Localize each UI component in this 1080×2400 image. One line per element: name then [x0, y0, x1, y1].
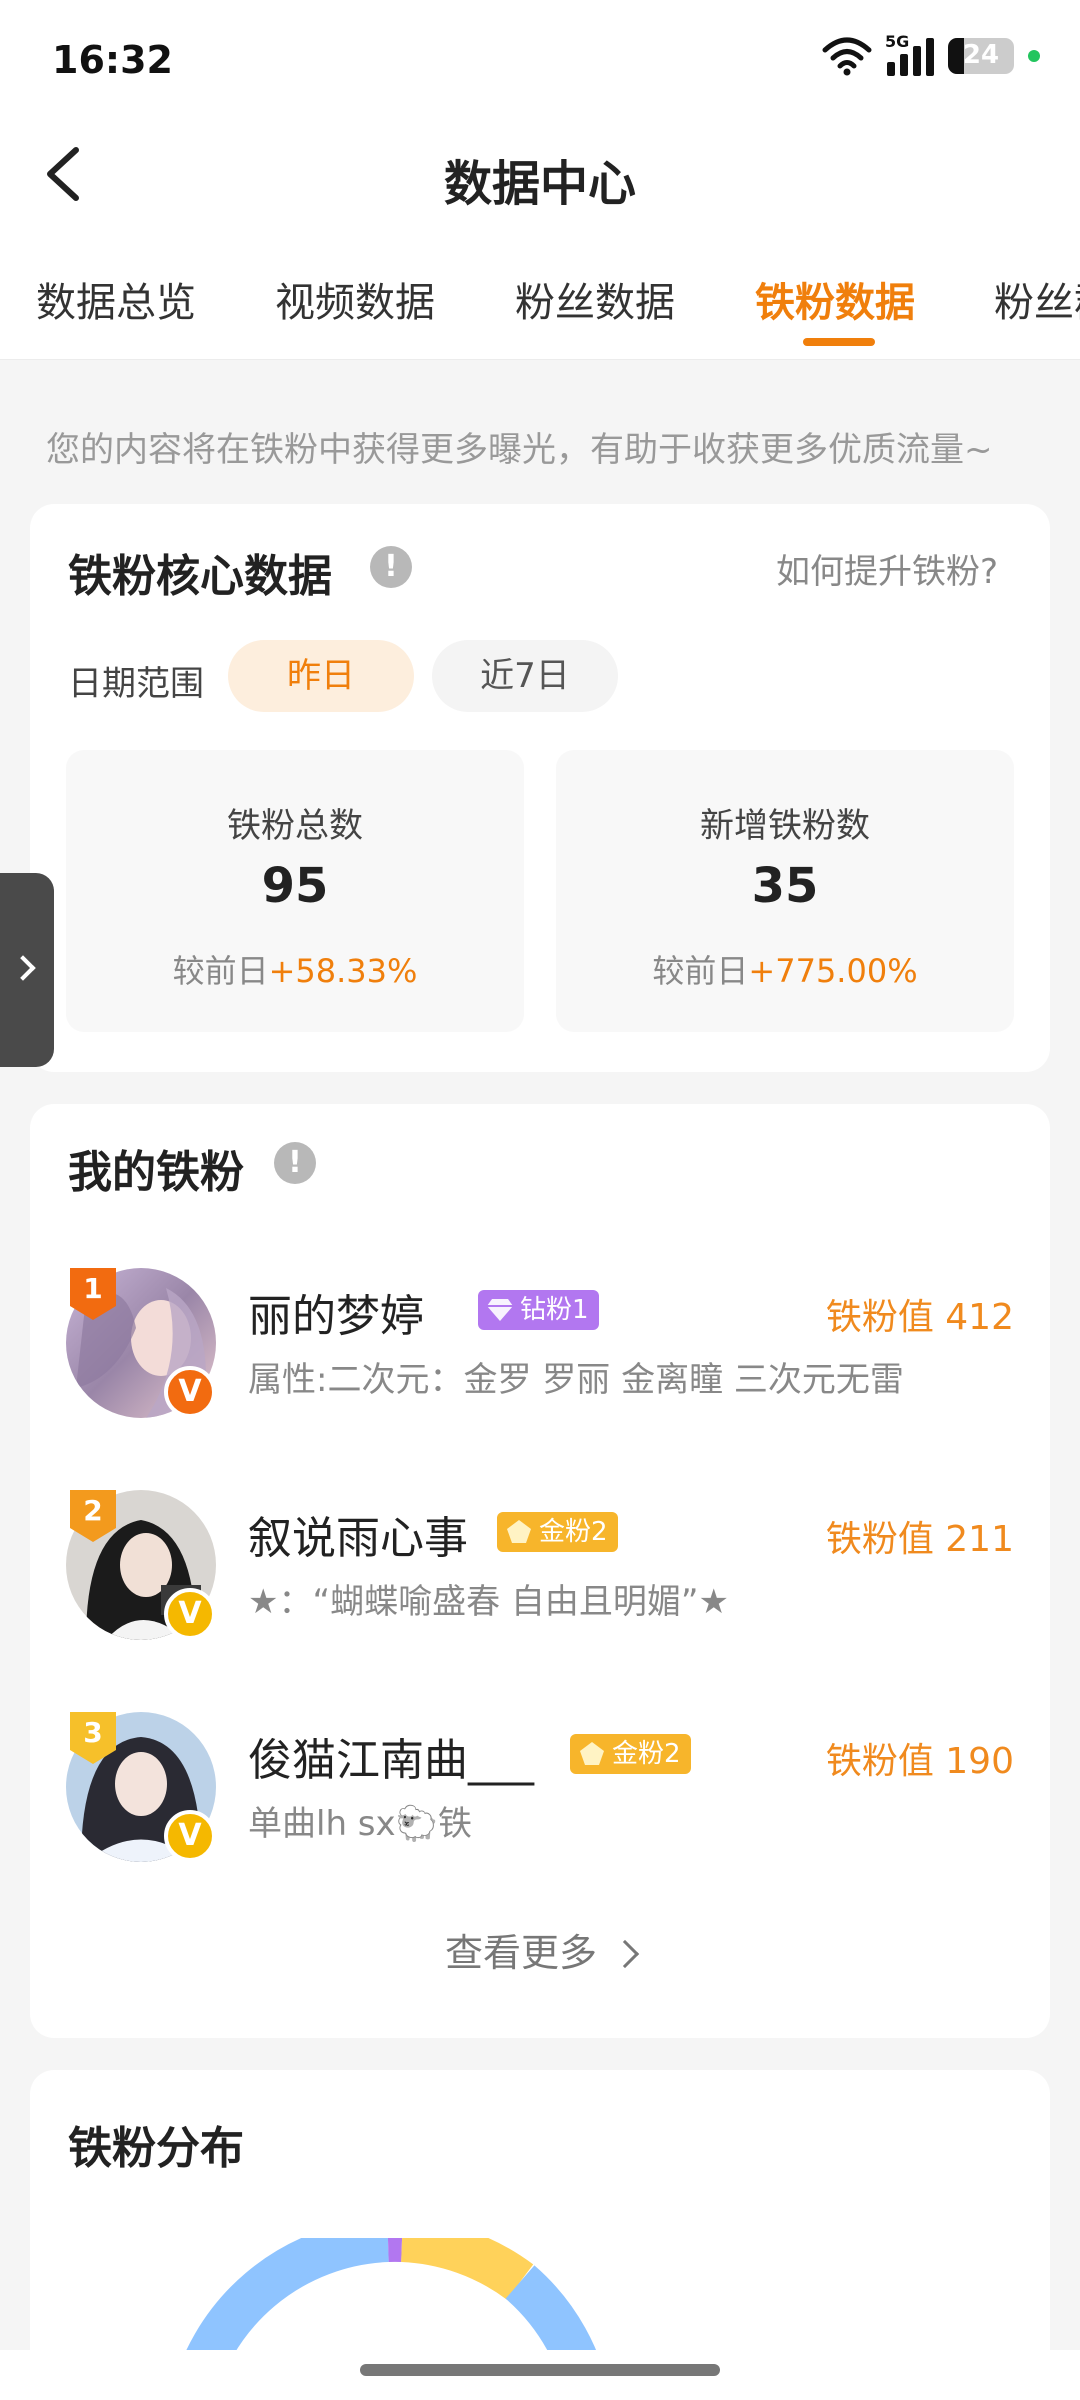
battery-level: 24	[962, 40, 1000, 70]
fan-name: 俊猫江南曲___	[248, 1735, 534, 1786]
fan-description: 属性:二次元：金罗 罗丽 金离瞳 三次元无雷	[248, 1360, 904, 1400]
chevron-right-icon	[610, 1939, 640, 1968]
battery-icon: 24	[948, 38, 1014, 74]
chevron-right-icon	[10, 955, 36, 981]
fan-level-badge: 钻粉1	[478, 1290, 599, 1330]
segment-yellow	[400, 2238, 534, 2300]
fan-description: 单曲lh sx🐑铁	[248, 1804, 472, 1844]
exposure-tip: 您的内容将在铁粉中获得更多曝光，有助于收获更多优质流量~	[46, 430, 993, 470]
gold-gem-icon	[580, 1742, 604, 1765]
tab-fans-data[interactable]: 粉丝数据	[515, 270, 675, 328]
stat-value: 35	[751, 858, 819, 914]
fan-level-label: 金粉2	[539, 1517, 608, 1547]
core-data-card: 铁粉核心数据 ! 如何提升铁粉? 日期范围 昨日 近7日 铁粉总数 95 较前日…	[30, 504, 1050, 1072]
distribution-title: 铁粉分布	[68, 2123, 244, 2174]
gold-gem-icon	[507, 1520, 531, 1543]
fan-row[interactable]: 3 V 俊猫江南曲___ 金粉2 铁粉值 190 单曲lh sx🐑铁	[30, 1712, 1050, 1862]
my-iron-fans-card: 我的铁粉 ! 1 V 丽的梦婷 钻粉1 铁粉值 412 属性:二次元：金罗 罗丽…	[30, 1104, 1050, 2038]
fan-level-label: 钻粉1	[520, 1295, 589, 1325]
fan-value-number: 412	[945, 1297, 1014, 1338]
wifi-icon	[822, 37, 872, 76]
fan-value: 铁粉值 211	[826, 1510, 1014, 1562]
status-icons: 5G 24	[821, 32, 1040, 76]
stat-value: 95	[261, 858, 329, 914]
fan-value-number: 190	[945, 1741, 1014, 1782]
my-fans-title: 我的铁粉	[68, 1147, 244, 1198]
stat-change: 较前日+58.33%	[66, 946, 524, 992]
core-data-title: 铁粉核心数据	[68, 551, 332, 602]
tab-iron-fans-data[interactable]: 铁粉数据	[755, 270, 915, 328]
fan-value-label: 铁粉值	[825, 1297, 934, 1338]
stat-total-iron-fans: 铁粉总数 95 较前日+58.33%	[66, 750, 524, 1032]
fan-name: 丽的梦婷	[248, 1291, 424, 1342]
fan-description: ★：“蝴蝶喻盛春 自由且明媚”★	[248, 1582, 729, 1622]
fan-level-badge: 金粉2	[497, 1512, 618, 1552]
tab-fan-group[interactable]: 粉丝群	[994, 270, 1080, 328]
date-range-label: 日期范围	[68, 664, 204, 704]
stat-change-prefix: 较前日	[652, 952, 749, 990]
stat-change-value: +58.33%	[268, 952, 418, 990]
fan-row[interactable]: 2 V 叙说雨心事 金粉2 铁粉值 211 ★：“蝴蝶喻盛春 自由且明媚”★	[30, 1490, 1050, 1640]
fan-level-label: 金粉2	[612, 1739, 681, 1769]
stat-label: 铁粉总数	[227, 806, 363, 846]
tab-video-data[interactable]: 视频数据	[275, 270, 435, 328]
charging-dot-icon	[1028, 50, 1040, 62]
status-time: 16:32	[52, 38, 173, 82]
stat-change-prefix: 较前日	[172, 952, 269, 990]
diamond-icon	[487, 1299, 513, 1321]
header: 数据中心	[0, 120, 1080, 238]
stat-change-value: +775.00%	[748, 952, 918, 990]
rank-badge: 1	[66, 1264, 120, 1324]
signal-icon: 5G	[885, 32, 934, 76]
fan-value: 铁粉值 190	[826, 1732, 1014, 1784]
stat-label: 新增铁粉数	[700, 806, 870, 846]
verified-icon: V	[164, 1588, 216, 1640]
how-to-improve-link[interactable]: 如何提升铁粉?	[776, 544, 998, 593]
fan-value-label: 铁粉值	[825, 1519, 934, 1560]
see-more-label: 查看更多	[444, 1931, 597, 1975]
fan-value: 铁粉值 412	[826, 1288, 1014, 1340]
fan-value-label: 铁粉值	[825, 1741, 934, 1782]
tab-bar: 数据总览 视频数据 粉丝数据 铁粉数据 粉丝群	[0, 238, 1080, 360]
fan-row[interactable]: 1 V 丽的梦婷 钻粉1 铁粉值 412 属性:二次元：金罗 罗丽 金离瞳 三次…	[30, 1268, 1050, 1418]
fan-level-badge: 金粉2	[570, 1734, 691, 1774]
rank-badge: 2	[66, 1486, 120, 1546]
fan-value-number: 211	[945, 1519, 1014, 1560]
tab-overview[interactable]: 数据总览	[36, 270, 196, 328]
home-indicator[interactable]	[360, 2364, 720, 2376]
active-tab-indicator	[803, 338, 875, 346]
rank-number: 2	[83, 1494, 103, 1527]
core-info-icon[interactable]: !	[370, 546, 412, 588]
rank-badge: 3	[66, 1708, 120, 1768]
stat-change: 较前日+775.00%	[556, 946, 1014, 992]
status-bar: 16:32 5G 24	[0, 0, 1080, 120]
verified-icon: V	[164, 1366, 216, 1418]
see-more-button[interactable]: 查看更多	[30, 1922, 1050, 1977]
range-yesterday-button[interactable]: 昨日	[228, 640, 414, 712]
side-expand-handle[interactable]	[0, 873, 54, 1067]
fan-name: 叙说雨心事	[248, 1513, 468, 1564]
verified-icon: V	[164, 1810, 216, 1862]
rank-number: 1	[83, 1272, 103, 1305]
my-fans-info-icon[interactable]: !	[274, 1142, 316, 1184]
page-title: 数据中心	[443, 156, 636, 212]
stat-new-iron-fans: 新增铁粉数 35 较前日+775.00%	[556, 750, 1014, 1032]
range-7days-button[interactable]: 近7日	[432, 640, 618, 712]
network-label: 5G	[885, 32, 910, 51]
rank-number: 3	[83, 1716, 103, 1749]
